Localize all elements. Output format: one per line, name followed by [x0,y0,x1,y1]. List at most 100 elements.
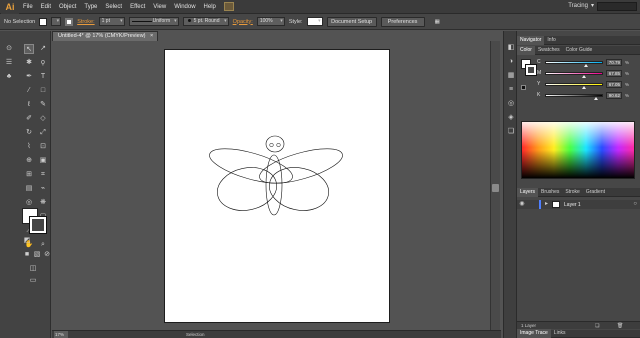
panel-collapse-icon[interactable]: ⊙ [4,44,14,54]
layer-row[interactable]: ◉ ▸ Layer 1 ○ [517,200,640,209]
black-slider[interactable]: K 90.62 % [537,91,637,100]
pen-tool-icon[interactable]: ✒ [24,72,34,82]
stroke-panel-icon[interactable]: ≡ [506,85,516,95]
workspace-switcher[interactable]: Tracing ▾ [568,2,594,10]
menu-effect[interactable]: Effect [126,0,149,14]
cyan-slider[interactable]: C 70.79 % [537,58,637,67]
last-color-swatch[interactable] [521,85,526,90]
yellow-value[interactable]: 67.05 [606,80,622,88]
arrange-documents-icon[interactable]: ▦ [435,19,440,25]
butterfly-head[interactable] [265,135,285,153]
new-layer-icon[interactable]: ❏ [595,322,599,330]
butterfly-wing-lower-left[interactable] [213,162,280,216]
search-input[interactable] [597,2,637,11]
butterfly-body[interactable] [265,154,283,216]
direct-selection-tool-icon[interactable]: ↗ [38,44,48,54]
target-icon[interactable]: ○ [633,200,637,209]
layers-panel-icon[interactable]: ❏ [506,127,516,137]
vertical-scrollbar[interactable] [490,41,500,330]
tab-navigator[interactable]: Navigator [517,35,545,45]
opacity-field[interactable]: 100% [256,17,285,26]
magenta-track[interactable] [545,71,603,78]
yellow-slider[interactable]: Y 67.05 % [537,80,637,89]
delete-layer-icon[interactable]: 🗑 [617,322,623,330]
type-tool-icon[interactable]: T [38,72,48,82]
pencil-tool-icon[interactable]: ✎ [38,100,48,110]
swatches-panel-icon[interactable]: ▦ [506,71,516,81]
tab-links[interactable]: Links [551,329,569,338]
rotate-tool-icon[interactable]: ↻ [24,128,34,138]
black-thumb[interactable] [594,96,599,100]
tab-image-trace[interactable]: Image Trace [517,329,551,338]
navigator-panel-icon[interactable]: ◧ [506,43,516,53]
screen-mode-icon[interactable]: ▭ [28,276,38,286]
perspective-grid-tool-icon[interactable]: ⊞ [24,170,34,180]
stroke-profile-dropdown[interactable]: Uniform [128,17,179,26]
style-dropdown[interactable] [306,17,323,26]
artboard[interactable] [164,49,390,323]
bridge-icon[interactable] [223,2,234,11]
document-setup-button[interactable]: Document Setup [326,16,377,27]
cyan-track[interactable] [545,60,603,67]
magenta-thumb[interactable] [582,74,587,78]
menu-object[interactable]: Object [55,0,80,14]
stroke-swatch[interactable] [65,17,74,26]
width-tool-icon[interactable]: ⌇ [24,142,34,152]
brush-panel-icon[interactable]: ☰ [4,58,14,68]
paintbrush-tool-icon[interactable]: ℓ [24,100,34,110]
tab-info[interactable]: Info [544,36,558,45]
tab-brushes[interactable]: Brushes [538,188,562,197]
layer-name[interactable]: Layer 1 [564,202,581,208]
scrollbar-thumb[interactable] [492,184,499,192]
menu-file[interactable]: File [19,0,37,14]
symbols-panel-icon[interactable]: ♣ [4,72,14,82]
appearance-panel-icon[interactable]: ◎ [506,99,516,109]
butterfly-eye-left[interactable] [269,142,274,148]
document-tab[interactable]: Untitled-4* @ 17% (CMYK/Preview) × [52,31,158,41]
fill-dropdown[interactable] [51,17,62,26]
butterfly-eye-right[interactable] [276,142,281,148]
menu-type[interactable]: Type [80,0,101,14]
yellow-track[interactable] [545,82,603,89]
default-colors-icon[interactable]: ◩ [22,236,32,246]
tab-swatches[interactable]: Swatches [535,46,563,55]
live-paint-tool-icon[interactable]: ▣ [38,156,48,166]
drawing-mode-icon[interactable]: ◫ [28,264,38,274]
close-tab-icon[interactable]: × [150,33,153,39]
butterfly-drawing[interactable] [165,50,391,324]
tab-gradient[interactable]: Gradient [583,188,608,197]
menu-select[interactable]: Select [101,0,126,14]
cyan-value[interactable]: 70.79 [606,58,622,66]
butterfly-wing-lower-right[interactable] [265,162,332,216]
eraser-tool-icon[interactable]: ◇ [38,114,48,124]
color-panel-icon[interactable]: ◑ [506,57,516,67]
stroke-weight-dropdown[interactable]: 1 pt [98,17,125,26]
zoom-tool-icon[interactable]: ⌕ [38,240,48,250]
graphic-styles-panel-icon[interactable]: ◈ [506,113,516,123]
free-transform-tool-icon[interactable]: ⊡ [38,142,48,152]
lasso-tool-icon[interactable]: ϙ [38,58,48,68]
rectangle-tool-icon[interactable]: □ [38,86,48,96]
magenta-value[interactable]: 67.85 [606,69,622,77]
magic-wand-tool-icon[interactable]: ✱ [24,58,34,68]
menu-edit[interactable]: Edit [37,0,55,14]
none-mode-icon[interactable]: ⊘ [42,250,52,260]
magenta-slider[interactable]: M 67.85 % [537,69,637,78]
gradient-mode-icon[interactable]: ▧ [32,250,42,260]
cyan-thumb[interactable] [584,63,589,67]
black-value[interactable]: 90.62 [606,91,622,99]
blend-tool-icon[interactable]: ◎ [24,198,34,208]
tab-layers[interactable]: Layers [517,187,539,197]
menu-view[interactable]: View [149,0,170,14]
symbol-sprayer-tool-icon[interactable]: ❋ [38,198,48,208]
selection-tool-icon[interactable]: ↖ [24,44,34,54]
brush-dropdown[interactable]: 5 pt. Round [182,17,229,26]
line-tool-icon[interactable]: ⁄ [24,86,34,96]
eyedropper-tool-icon[interactable]: ⌁ [38,184,48,194]
preferences-button[interactable]: Preferences [380,16,425,27]
black-track[interactable] [545,93,603,100]
menu-window[interactable]: Window [170,0,199,14]
gradient-tool-icon[interactable]: ▤ [24,184,34,194]
tab-color[interactable]: Color [517,45,535,55]
color-panel-stroke-swatch[interactable] [525,64,537,76]
